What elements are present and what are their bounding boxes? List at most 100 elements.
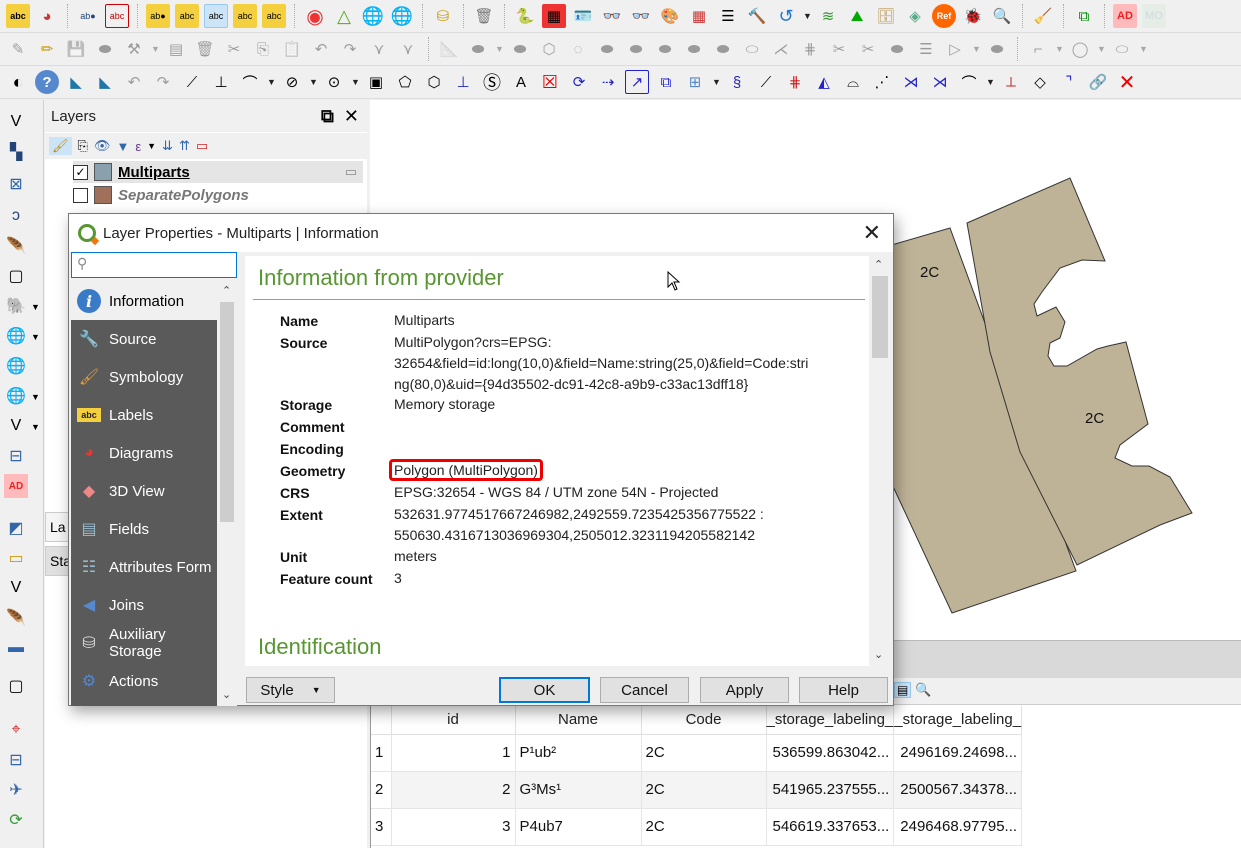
add-vector-layer-icon[interactable]: V xyxy=(4,110,28,134)
rotate-square-icon[interactable]: ⟳ xyxy=(567,70,591,94)
add-group-icon[interactable]: ⎘ xyxy=(78,138,88,154)
ref-icon[interactable]: Ref xyxy=(932,4,956,28)
glasses-blue-icon[interactable]: 👓 xyxy=(629,4,653,28)
new-spatialite-icon[interactable]: 🪶 xyxy=(4,606,28,630)
new-layer-icon[interactable]: V xyxy=(4,414,28,438)
parallel-curve-icon[interactable]: § xyxy=(725,70,749,94)
dock-table-icon[interactable]: ▤ xyxy=(894,682,912,698)
cell-code[interactable]: 2C xyxy=(641,771,767,809)
label-abc-icon[interactable]: abc xyxy=(6,4,30,28)
undo-icon[interactable]: ↶ xyxy=(309,37,333,61)
reshape-icon[interactable]: ⬬ xyxy=(711,37,735,61)
column-header-name[interactable]: Name xyxy=(515,706,642,735)
chevron-down-icon[interactable]: ▼ xyxy=(986,77,995,87)
pentagon-icon[interactable]: ⬠ xyxy=(393,70,417,94)
db-gear-icon[interactable]: ⛁ xyxy=(431,4,455,28)
pencils-icon[interactable]: ✎ xyxy=(6,37,30,61)
globe-search-icon[interactable]: 🌐 xyxy=(390,4,414,28)
trash-bin-icon[interactable]: 🗑 xyxy=(472,4,496,28)
intersect-point-icon[interactable]: ⋊ xyxy=(928,70,952,94)
a-pencil-icon[interactable]: A xyxy=(509,70,533,94)
dotted-line-icon[interactable]: ⋰ xyxy=(870,70,894,94)
paste-icon[interactable]: 📋 xyxy=(280,37,304,61)
chevron-down-icon[interactable]: ▼ xyxy=(31,332,40,342)
palette-icon[interactable]: 🎨 xyxy=(658,4,682,28)
table-row[interactable]: 1 1 P¹ub² 2C 536599.863042... 2496169.24… xyxy=(371,734,1023,772)
expression-filter-icon[interactable]: ε xyxy=(135,139,141,154)
chevron-down-icon[interactable]: ▼ xyxy=(1097,44,1106,54)
grid-icon[interactable]: ▦ xyxy=(687,4,711,28)
search-field[interactable] xyxy=(92,255,232,275)
chevron-down-icon[interactable]: ▼ xyxy=(31,422,40,432)
line-pencil-icon[interactable]: ⟋ xyxy=(180,70,204,94)
cell-label-y[interactable]: 2496468.97795... xyxy=(893,808,1023,846)
cell-id[interactable]: 1 xyxy=(391,734,516,772)
cell-name[interactable]: G³Ms¹ xyxy=(515,771,642,809)
delete-red-x-icon[interactable]: ✕ xyxy=(1115,70,1139,94)
nav-item-labels[interactable]: abc Labels xyxy=(71,396,217,434)
nav-search-input[interactable]: ⚲ xyxy=(71,252,237,278)
chevron-down-icon[interactable]: ▼ xyxy=(147,141,156,151)
cell-label-x[interactable]: 541965.237555... xyxy=(766,771,895,809)
array-icon[interactable]: ⊞ xyxy=(683,70,707,94)
vertex-tool-icon[interactable]: ⚒ xyxy=(122,37,146,61)
simplify-icon[interactable]: ⬡ xyxy=(537,37,561,61)
add-polygon-icon[interactable]: ⬬ xyxy=(93,37,117,61)
nav-item-attributes-form[interactable]: ☷ Attributes Form xyxy=(71,548,217,586)
add-wfs-icon[interactable]: 🌐 xyxy=(4,384,28,408)
bug-icon[interactable]: 🐞 xyxy=(961,4,985,28)
rotate-feature-icon[interactable]: ⬬ xyxy=(508,37,532,61)
chevron-down-icon[interactable]: ▼ xyxy=(972,44,981,54)
ad-icon[interactable]: AD xyxy=(1113,4,1137,28)
rotate-label-icon[interactable]: abc xyxy=(233,4,257,28)
collapse-all-icon[interactable]: ⇈ xyxy=(179,138,190,154)
chevron-down-icon[interactable]: ▼ xyxy=(31,302,40,312)
column-header-label-x[interactable]: _storage_labeling_ xyxy=(766,706,895,735)
intersection-icon[interactable]: ⋊ xyxy=(899,70,923,94)
toggle-editing-icon[interactable]: ✏ xyxy=(35,37,59,61)
column-header-code[interactable]: Code xyxy=(641,706,767,735)
heatmap-icon[interactable]: ◉ xyxy=(303,4,327,28)
cancel-button[interactable]: Cancel xyxy=(600,677,689,703)
expand-all-icon[interactable]: ⇊ xyxy=(162,138,173,154)
copy-question-icon[interactable]: ⧉ xyxy=(1072,4,1096,28)
arc-icon[interactable]: ⌒ xyxy=(238,70,262,94)
fillet-icon[interactable]: ⌝ xyxy=(1057,70,1081,94)
nav-item-source[interactable]: 🔧 Source xyxy=(71,320,217,358)
diagram-icon[interactable]: ◕ xyxy=(35,4,59,28)
s-pencil-icon[interactable]: Ⓢ xyxy=(480,70,504,94)
memory-layer-icon[interactable]: ▭ xyxy=(345,164,357,180)
scroll-down-icon[interactable]: ⌄ xyxy=(874,648,883,661)
digitize-icon[interactable]: ⋎ xyxy=(367,37,391,61)
new-geopackage-icon[interactable]: ▭ xyxy=(4,546,28,570)
broom-icon[interactable]: 🧹 xyxy=(1031,4,1055,28)
trim-extend-icon[interactable]: ⬬ xyxy=(985,37,1009,61)
chevron-down-icon[interactable]: ▼ xyxy=(267,77,276,87)
digitize-alt-icon[interactable]: ⋎ xyxy=(396,37,420,61)
nav-item-diagrams[interactable]: ◕ Diagrams xyxy=(71,434,217,472)
delete-part-icon[interactable]: ⬬ xyxy=(682,37,706,61)
row-number[interactable]: 1 xyxy=(371,734,392,772)
layers-hand-icon[interactable]: ☰ xyxy=(716,4,740,28)
cell-id[interactable]: 2 xyxy=(391,771,516,809)
arch-icon[interactable]: ⌓ xyxy=(841,70,865,94)
save-edits-icon[interactable]: 💾 xyxy=(64,37,88,61)
visibility-eye-icon[interactable]: 👁 xyxy=(94,138,111,154)
add-raster-layer-icon[interactable]: ▚ xyxy=(4,140,28,164)
map-colors-icon[interactable]: ▦ xyxy=(542,4,566,28)
highlight-pinned-icon[interactable]: ab● xyxy=(146,4,170,28)
stack-icon[interactable]: ≋ xyxy=(816,4,840,28)
filter-icon[interactable]: ▼ xyxy=(116,139,129,154)
nav-item-joins[interactable]: ◀ Joins xyxy=(71,586,217,624)
nav-item-symbology[interactable]: 🖌 Symbology xyxy=(71,358,217,396)
copy-square-icon[interactable]: ⧉ xyxy=(654,70,678,94)
mo-icon[interactable]: MO xyxy=(1142,4,1166,28)
add-mesh-layer-icon[interactable]: ⊠ xyxy=(4,172,28,196)
layer-visibility-checkbox[interactable] xyxy=(73,187,88,203)
layer-item-multiparts[interactable]: ✓ Multiparts ▭ xyxy=(73,161,363,183)
pin-label-icon[interactable]: ab● xyxy=(76,4,100,28)
mirror-icon[interactable]: ◭ xyxy=(812,70,836,94)
circle-radius-icon[interactable]: ⊘ xyxy=(280,70,304,94)
nav-scrollbar-thumb[interactable] xyxy=(220,302,234,522)
polygon-pencil-icon[interactable]: ⬡ xyxy=(422,70,446,94)
